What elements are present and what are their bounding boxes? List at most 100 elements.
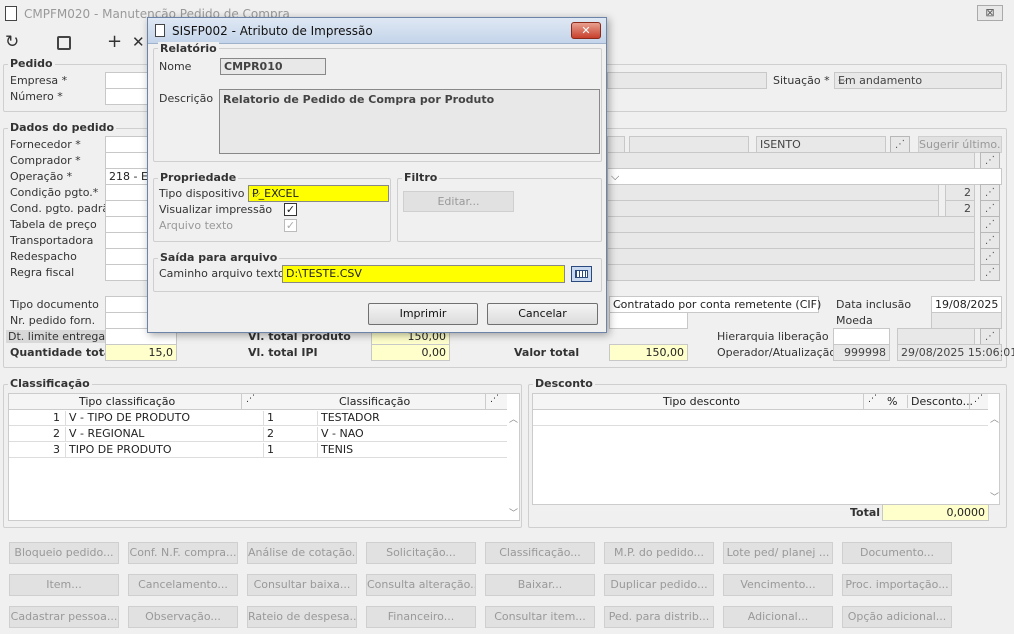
transportadora-search-icon[interactable]: ⋰	[980, 232, 1000, 249]
frete-select[interactable]: Contratado por conta remetente (CIF) ⌵	[609, 296, 821, 313]
action-button[interactable]: Análise de cotação...	[247, 542, 357, 564]
filter-icon[interactable]: ⋰	[485, 394, 503, 409]
transportadora-field[interactable]	[105, 232, 150, 249]
desconto-title: Desconto	[533, 377, 595, 390]
table-cell: TIPO DE PRODUTO	[65, 443, 255, 458]
dialog-close-icon[interactable]: ✕	[571, 22, 601, 39]
action-button[interactable]: Consultar baixa...	[247, 574, 357, 596]
redespacho-search-icon[interactable]: ⋰	[980, 248, 1000, 265]
visualizar-label: Visualizar impressão	[159, 203, 273, 216]
filter-icon[interactable]: ⋰	[969, 394, 987, 409]
cond-padrao-search-icon[interactable]: ⋰	[980, 200, 1000, 217]
action-button[interactable]: Classificação...	[485, 542, 595, 564]
action-button[interactable]: Ped. para distrib...	[604, 606, 714, 628]
save-icon[interactable]	[57, 36, 71, 50]
situacao-select[interactable]: Em andamento ⌵	[834, 72, 1002, 89]
action-button[interactable]: Item...	[9, 574, 119, 596]
regra-search-icon[interactable]: ⋰	[980, 264, 1000, 281]
table-row[interactable]: 2 V - REGIONAL 2 V - NAO	[9, 426, 507, 442]
tabela-field[interactable]	[105, 216, 150, 233]
condicao-search-icon[interactable]: ⋰	[980, 184, 1000, 201]
table-cell: 1	[263, 443, 313, 458]
table-row[interactable]: 1 V - TIPO DE PRODUTO 1 TESTADOR	[9, 410, 507, 426]
action-button[interactable]: Proc. importação...	[842, 574, 952, 596]
action-button[interactable]: M.P. do pedido...	[604, 542, 714, 564]
nr-forn-field[interactable]	[105, 312, 150, 329]
data-inc-field: 19/08/2025	[931, 296, 1002, 313]
action-button[interactable]: Solicitação...	[366, 542, 476, 564]
action-button[interactable]: Observação...	[128, 606, 238, 628]
cancelar-button[interactable]: Cancelar	[487, 303, 598, 325]
operacao-label: Operação *	[10, 170, 73, 183]
action-button[interactable]: Lote ped/ planej ...	[723, 542, 833, 564]
hierarquia-search-icon[interactable]: ⋰	[980, 328, 1000, 345]
class-col2-header[interactable]: Classificação	[339, 395, 410, 408]
condicao-field[interactable]	[105, 184, 150, 201]
comprador-search-icon[interactable]: ⋰	[980, 152, 1000, 169]
desc-col2-header[interactable]: %	[887, 395, 897, 408]
cond-padrao-field[interactable]	[105, 200, 150, 217]
scroll-up-icon[interactable]: ︿	[509, 412, 518, 425]
table-row[interactable]: 3 TIPO DE PRODUTO 1 TENIS	[9, 442, 507, 458]
tabela-search-icon[interactable]: ⋰	[980, 216, 1000, 233]
desc-empty-row[interactable]	[533, 410, 988, 426]
delete-icon[interactable]: ✕	[132, 33, 145, 51]
class-col1-header[interactable]: Tipo classificação	[79, 395, 175, 408]
refresh-icon[interactable]: ↻	[5, 32, 19, 52]
moeda-label: Moeda	[836, 314, 873, 327]
dialog-app-icon	[155, 24, 165, 37]
action-button[interactable]: Consulta alteração...	[366, 574, 476, 596]
caminho-field[interactable]: D:\TESTE.CSV	[282, 265, 565, 283]
visualizar-checkbox[interactable]: ✓	[284, 203, 297, 216]
search-icon[interactable]: ⋰	[890, 136, 910, 153]
numero-label: Número *	[10, 90, 63, 103]
hierarquia-field[interactable]	[833, 328, 890, 345]
dialog-title: SISFP002 - Atributo de Impressão	[172, 24, 373, 38]
action-button[interactable]: Consultar item...	[485, 606, 595, 628]
action-button[interactable]: Conf. N.F. compra...	[128, 542, 238, 564]
action-button[interactable]: Rateio de despesa...	[247, 606, 357, 628]
fornecedor-field[interactable]	[105, 136, 150, 153]
regra-field[interactable]	[105, 264, 150, 281]
table-cell: TENIS	[317, 443, 507, 458]
chevron-down-icon: ⌵	[611, 170, 620, 183]
action-button[interactable]: Adicional...	[723, 606, 833, 628]
scroll-down-icon[interactable]: ﹀	[990, 490, 999, 503]
imprimir-button[interactable]: Imprimir	[368, 303, 478, 325]
add-icon[interactable]: +	[107, 31, 122, 52]
action-button[interactable]: Vencimento...	[723, 574, 833, 596]
action-button[interactable]: Financeiro...	[366, 606, 476, 628]
redespacho-name-field	[607, 248, 975, 265]
action-button[interactable]: Baixar...	[485, 574, 595, 596]
action-button[interactable]: Duplicar pedido...	[604, 574, 714, 596]
action-button[interactable]: Opção adicional...	[842, 606, 952, 628]
filter-icon[interactable]: ⋰	[241, 394, 259, 409]
tipo-disp-select[interactable]: P_EXCEL ⌵	[248, 185, 389, 202]
filter-icon[interactable]: ⋰	[863, 394, 881, 409]
close-icon[interactable]: ⊠	[977, 5, 1003, 21]
frete-extra-field[interactable]	[609, 312, 688, 329]
vl-ipi-value: 0,00	[421, 346, 447, 359]
scroll-up-icon[interactable]: ︿	[990, 412, 999, 425]
operador-date: 29/08/2025 15:06:01	[901, 346, 1014, 359]
scroll-down-icon[interactable]: ﹀	[509, 506, 518, 519]
action-button[interactable]: Documento...	[842, 542, 952, 564]
desc-col1-header[interactable]: Tipo desconto	[663, 395, 740, 408]
action-button[interactable]: Cadastrar pessoa...	[9, 606, 119, 628]
tipo-doc-field[interactable]	[105, 296, 150, 313]
table-cell: 1	[53, 411, 60, 424]
condicao-label: Condição pgto.*	[10, 186, 99, 199]
nr-forn-label: Nr. pedido forn.	[10, 314, 96, 327]
desconto-table: Tipo desconto ⋰ % Desconto... ⋰ ︿ ﹀	[532, 393, 1000, 505]
relatorio-title: Relatório	[158, 42, 219, 55]
sugerir-button[interactable]: Sugerir último...	[918, 136, 1002, 153]
browse-icon[interactable]	[571, 266, 592, 282]
comprador-field[interactable]	[105, 152, 150, 169]
operacao-field[interactable]: 218 - EN	[105, 168, 156, 185]
empresa-field[interactable]	[105, 72, 150, 89]
action-button[interactable]: Bloqueio pedido...	[9, 542, 119, 564]
action-button[interactable]: Cancelamento...	[128, 574, 238, 596]
redespacho-field[interactable]	[105, 248, 150, 265]
desc-col3-header[interactable]: Desconto...	[907, 395, 973, 408]
numero-field[interactable]	[105, 88, 150, 105]
